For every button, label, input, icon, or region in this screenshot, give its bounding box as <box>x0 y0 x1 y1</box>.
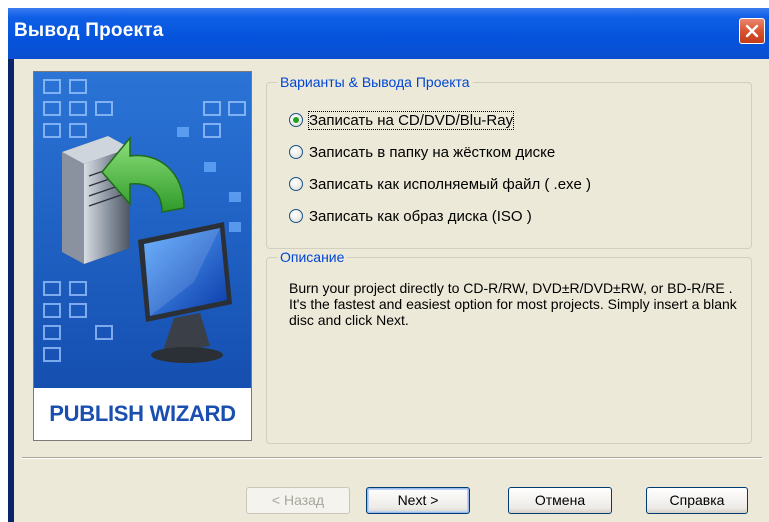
description-group-title: Описание <box>277 249 348 265</box>
window-title: Вывод Проекта <box>14 20 164 41</box>
wizard-banner: PUBLISH WIZARD <box>33 71 252 441</box>
radio-button[interactable] <box>289 145 303 159</box>
description-text: Burn your project directly to CD-R/RW, D… <box>289 280 737 328</box>
option-label[interactable]: Записать на CD/DVD/Blu-Ray <box>307 110 515 130</box>
separator <box>22 457 762 459</box>
dialog-window: Вывод Проекта PUBLISH WIZARD Варианты & … <box>8 8 769 522</box>
dialog-body: PUBLISH WIZARD Варианты & Вывода Проекта… <box>14 59 769 522</box>
banner-label: PUBLISH WIZARD <box>34 388 251 440</box>
option-executable[interactable]: Записать как исполняемый файл ( .exe ) <box>289 174 591 194</box>
close-button[interactable] <box>739 18 765 44</box>
publish-wizard-illustration <box>34 72 251 388</box>
radio-button[interactable] <box>289 177 303 191</box>
title-bar[interactable]: Вывод Проекта <box>8 8 769 59</box>
next-button[interactable]: Next > <box>366 487 470 514</box>
radio-button[interactable] <box>289 113 303 127</box>
option-label[interactable]: Записать в папку на жёстком диске <box>309 144 555 161</box>
close-icon <box>745 24 759 38</box>
option-iso-image[interactable]: Записать как образ диска (ISO ) <box>289 206 532 226</box>
options-group-title: Варианты & Вывода Проекта <box>277 74 473 90</box>
option-folder[interactable]: Записать в папку на жёстком диске <box>289 142 555 162</box>
option-label[interactable]: Записать как образ диска (ISO ) <box>309 208 532 225</box>
option-label[interactable]: Записать как исполняемый файл ( .exe ) <box>309 176 591 193</box>
help-button[interactable]: Справка <box>646 487 748 514</box>
back-button[interactable]: < Назад <box>246 487 350 514</box>
description-group: Описание Burn your project directly to C… <box>266 249 752 444</box>
option-burn-disc[interactable]: Записать на CD/DVD/Blu-Ray <box>289 110 515 130</box>
output-options-group: Варианты & Вывода Проекта Записать на CD… <box>266 74 752 249</box>
radio-button[interactable] <box>289 209 303 223</box>
cancel-button[interactable]: Отмена <box>508 487 612 514</box>
